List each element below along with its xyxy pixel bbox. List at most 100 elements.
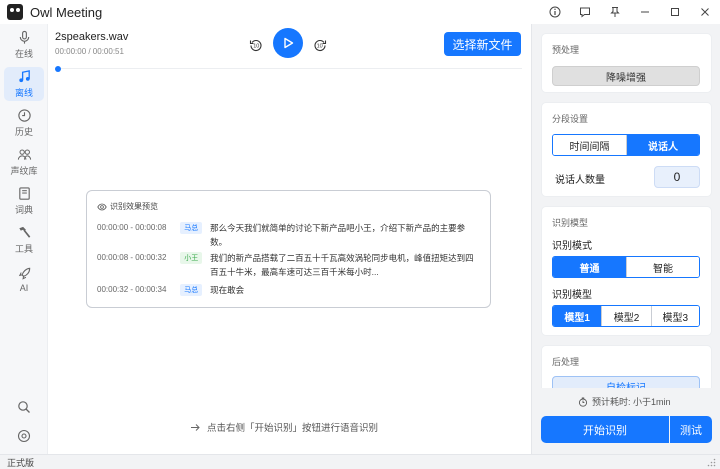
recognition-preview: 识别效果预览 00:00:00 - 00:00:08 马总 那么今天我们就简单的… [86, 190, 491, 308]
recognition-mode-toggle: 普通 智能 [552, 256, 700, 278]
speaker-tag: 马总 [180, 284, 203, 296]
sidebar-item-history[interactable]: 历史 [4, 106, 44, 140]
mode-normal[interactable]: 普通 [553, 257, 626, 277]
panel-footer: 预计耗时: 小于1min 开始识别 测试 [532, 388, 720, 454]
rewind-10-icon: 10 [249, 39, 262, 51]
time-estimate: 预计耗时: 小于1min [578, 395, 671, 408]
clock-icon [17, 109, 31, 122]
speaker-count-input[interactable]: 0 [654, 166, 700, 188]
sidebar-settings-button[interactable] [4, 424, 44, 448]
close-icon [701, 8, 709, 16]
sidebar-item-label: 工具 [14, 244, 33, 254]
recognition-model-label: 识别模型 [552, 290, 592, 301]
chat-bubble-icon [580, 7, 590, 18]
file-name: 2speakers.wav [55, 31, 129, 43]
denoise-button[interactable]: 降噪增强 [552, 66, 700, 86]
progress-bar[interactable] [56, 68, 522, 69]
model-3[interactable]: 模型3 [650, 306, 699, 326]
sidebar: 在线 离线 历史 声纹库 词典 工具 AI [0, 24, 48, 454]
title-bar: Owl Meeting [0, 0, 720, 24]
test-button[interactable]: 测试 [670, 416, 712, 443]
transcript-segment: 00:00:00 - 00:00:08 马总 那么今天我们就简单的讨论下新产品吧… [97, 221, 480, 249]
settings-panel: 预处理 降噪增强 分段设置 时间间隔 说话人 说话人数量 0 识别模型 识别模式… [531, 24, 720, 454]
sidebar-item-label: AI [19, 282, 29, 293]
resize-grip-icon[interactable] [707, 458, 716, 467]
progress-handle[interactable] [55, 66, 61, 72]
start-recognition-button[interactable]: 开始识别 [541, 416, 669, 443]
owl-logo-icon [7, 4, 23, 20]
recognition-title: 识别模型 [552, 218, 589, 228]
music-note-icon [18, 70, 30, 83]
main-area: 2speakers.wav 00:00:00 / 00:00:51 10 10 … [48, 24, 531, 454]
preprocess-title: 预处理 [552, 45, 580, 55]
preview-header: 识别效果预览 [97, 201, 158, 212]
sidebar-item-tools[interactable]: 工具 [4, 223, 44, 257]
speaker-tag: 小王 [180, 252, 203, 264]
feedback-button[interactable] [570, 0, 600, 24]
minimize-icon [641, 11, 649, 13]
hint-text: 点击右侧「开始识别」按钮进行语音识别 [207, 423, 379, 434]
sidebar-item-label: 在线 [14, 49, 33, 59]
sidebar-item-label: 历史 [14, 127, 33, 137]
sidebar-item-label: 词典 [14, 205, 33, 215]
segment-time: 00:00:00 - 00:00:08 [97, 223, 167, 232]
sidebar-item-ai[interactable]: AI [4, 262, 44, 296]
speaker-tag: 马总 [180, 222, 203, 234]
hammer-icon [18, 226, 30, 238]
maximize-icon [671, 8, 679, 16]
sidebar-item-label: 离线 [14, 88, 33, 98]
recognition-card: 识别模型 识别模式 普通 智能 识别模型 模型1 模型2 模型3 [541, 206, 712, 336]
sidebar-item-offline[interactable]: 离线 [4, 67, 44, 101]
segmentation-mode-toggle: 时间间隔 说话人 [552, 134, 700, 156]
sidebar-item-online[interactable]: 在线 [4, 28, 44, 62]
window-controls [540, 0, 720, 24]
forward-button[interactable]: 10 [313, 38, 327, 52]
option-time-interval[interactable]: 时间间隔 [553, 135, 626, 155]
recognition-mode-label: 识别模式 [552, 241, 592, 252]
mode-smart[interactable]: 智能 [626, 257, 699, 277]
sidebar-search-button[interactable] [4, 395, 44, 419]
sidebar-item-label: 声纹库 [10, 166, 38, 176]
option-speaker[interactable]: 说话人 [626, 135, 699, 155]
start-hint: 点击右侧「开始识别」按钮进行语音识别 [190, 420, 378, 434]
playback-time: 00:00:00 / 00:00:51 [55, 47, 124, 56]
model-1[interactable]: 模型1 [553, 306, 602, 326]
svg-text:10: 10 [317, 43, 323, 49]
maximize-button[interactable] [660, 0, 690, 24]
rewind-button[interactable]: 10 [249, 38, 263, 52]
segment-text: 那么今天我们就简单的讨论下新产品吧小王，介绍下新产品的主要参数。 [210, 223, 466, 247]
minimize-button[interactable] [630, 0, 660, 24]
pin-button[interactable] [600, 0, 630, 24]
rocket-icon [18, 267, 30, 280]
preprocess-card: 预处理 降噪增强 [541, 33, 712, 93]
segment-time: 00:00:08 - 00:00:32 [97, 253, 167, 262]
book-icon [18, 187, 30, 200]
info-button[interactable] [540, 0, 570, 24]
users-icon [17, 149, 31, 160]
transcript-segment: 00:00:08 - 00:00:32 小王 我们的新产品搭载了二百五十千瓦高效… [97, 251, 480, 279]
segment-text: 现在敢会 [210, 285, 245, 295]
timer-icon [578, 397, 588, 407]
transcript-segment: 00:00:32 - 00:00:34 马总 现在敢会 [97, 283, 480, 297]
postprocess-title: 后处理 [552, 357, 580, 367]
pin-icon [610, 7, 620, 17]
edition-label: 正式版 [7, 458, 35, 468]
speaker-count-label: 说话人数量 [555, 175, 605, 186]
segment-text: 我们的新产品搭载了二百五十千瓦高效涡轮同步电机，峰值扭矩达到四百五十牛米，最高车… [210, 253, 474, 277]
status-bar: 正式版 [0, 454, 720, 469]
segmentation-title: 分段设置 [552, 114, 589, 124]
sidebar-item-voiceprint[interactable]: 声纹库 [4, 145, 44, 179]
model-2[interactable]: 模型2 [601, 306, 651, 326]
sidebar-item-dictionary[interactable]: 词典 [4, 184, 44, 218]
forward-10-icon: 10 [314, 39, 327, 51]
app-title: Owl Meeting [30, 4, 103, 20]
gear-icon [17, 429, 31, 443]
eye-icon [97, 203, 107, 210]
close-button[interactable] [690, 0, 720, 24]
play-button[interactable] [273, 28, 303, 58]
arrow-right-icon [191, 423, 200, 431]
estimate-text: 预计耗时: 小于1min [592, 397, 671, 407]
select-new-file-button[interactable]: 选择新文件 [444, 32, 521, 56]
search-icon [18, 401, 30, 413]
microphone-icon [19, 30, 29, 44]
